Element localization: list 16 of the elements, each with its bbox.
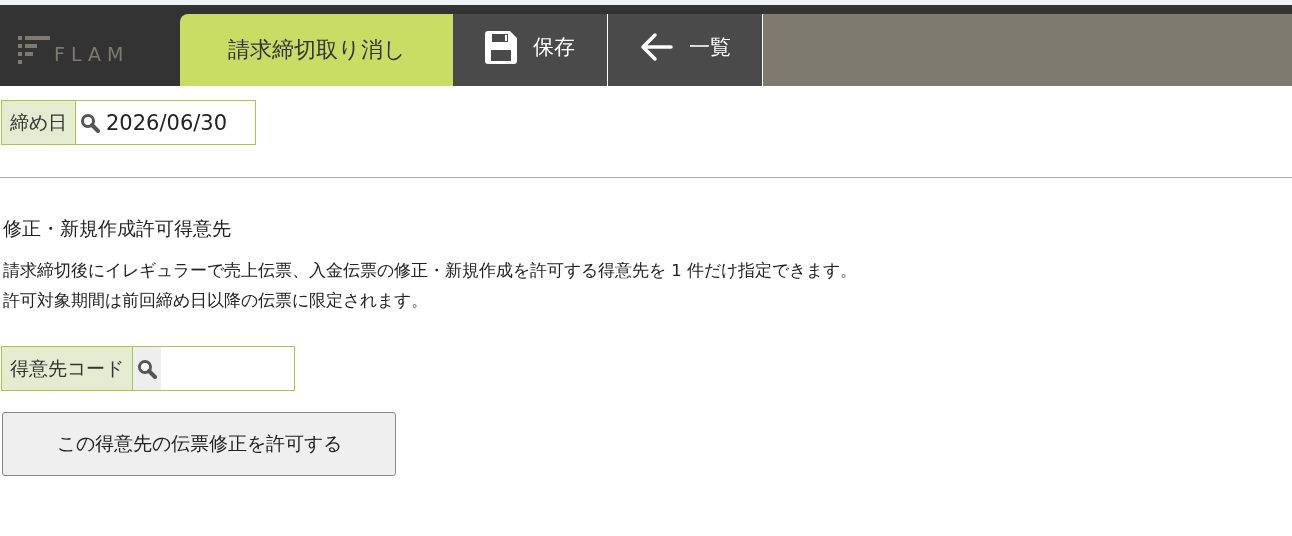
field-label: 締め日 xyxy=(2,101,76,144)
section-title: 修正・新規作成許可得意先 xyxy=(2,216,232,241)
logo: FLAM xyxy=(0,5,180,86)
back-button[interactable]: 一覧 xyxy=(608,14,763,86)
search-icon xyxy=(80,112,100,133)
logo-icon xyxy=(18,36,50,64)
description-text: 請求締切後にイレギュラーで売上伝票、入金伝票の修正・新規作成を許可する得意先を 1 件だけ指定できます。 xyxy=(2,260,858,282)
save-button[interactable]: 保存 xyxy=(453,14,608,86)
customer-code-field[interactable]: 得意先コード xyxy=(1,346,295,391)
left-arrow-icon xyxy=(639,32,673,62)
description-text: 許可対象期間は前回締め日以降の伝票に限定されます。 xyxy=(2,290,429,312)
date-field[interactable]: 締め日 2026/06/30 xyxy=(1,100,256,145)
page-tab[interactable]: 請求締切取り消し xyxy=(180,14,453,86)
search-icon xyxy=(137,358,157,379)
allow-button[interactable]: この得意先の伝票修正を許可する xyxy=(2,412,396,476)
field-label: 得意先コード xyxy=(2,347,133,390)
